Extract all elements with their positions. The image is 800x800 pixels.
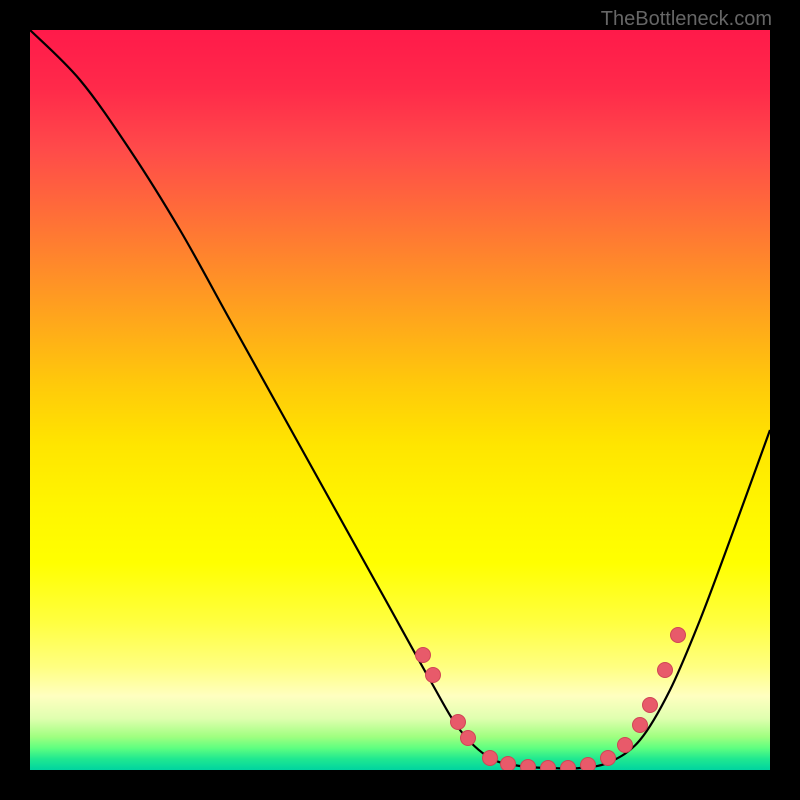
marker-dot: [643, 698, 658, 713]
bottleneck-curve-line: [30, 30, 770, 769]
marker-dot: [501, 757, 516, 771]
marker-dot: [461, 731, 476, 746]
marker-dot: [601, 751, 616, 766]
marker-dot: [426, 668, 441, 683]
marker-dot: [581, 758, 596, 771]
watermark-text: TheBottleneck.com: [601, 8, 772, 31]
marker-group: [416, 628, 686, 771]
marker-dot: [483, 751, 498, 766]
marker-dot: [416, 648, 431, 663]
marker-dot: [671, 628, 686, 643]
marker-dot: [541, 761, 556, 771]
marker-dot: [561, 761, 576, 771]
marker-dot: [451, 715, 466, 730]
marker-dot: [618, 738, 633, 753]
marker-dot: [633, 718, 648, 733]
marker-dot: [521, 760, 536, 771]
marker-dot: [658, 663, 673, 678]
bottleneck-chart: [30, 30, 770, 770]
